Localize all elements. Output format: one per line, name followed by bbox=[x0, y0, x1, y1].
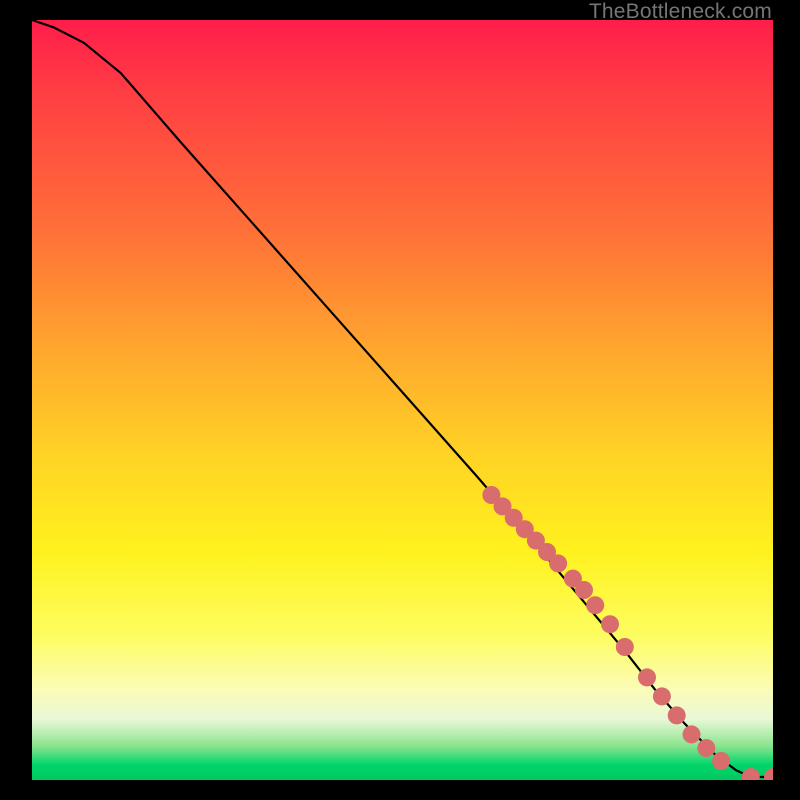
curve-path bbox=[32, 20, 773, 777]
marker-point bbox=[697, 739, 715, 757]
marker-point bbox=[575, 581, 593, 599]
marker-point bbox=[586, 596, 604, 614]
marker-point bbox=[653, 687, 671, 705]
marker-group bbox=[482, 486, 773, 780]
chart-overlay bbox=[32, 20, 773, 780]
marker-point bbox=[638, 668, 656, 686]
marker-point bbox=[683, 725, 701, 743]
chart-stage: TheBottleneck.com bbox=[0, 0, 800, 800]
marker-point bbox=[712, 752, 730, 770]
marker-point bbox=[668, 706, 686, 724]
marker-point bbox=[616, 638, 634, 656]
marker-point bbox=[764, 768, 773, 780]
marker-point bbox=[549, 554, 567, 572]
plot-area bbox=[32, 20, 773, 780]
marker-point bbox=[742, 768, 760, 780]
marker-point bbox=[601, 615, 619, 633]
